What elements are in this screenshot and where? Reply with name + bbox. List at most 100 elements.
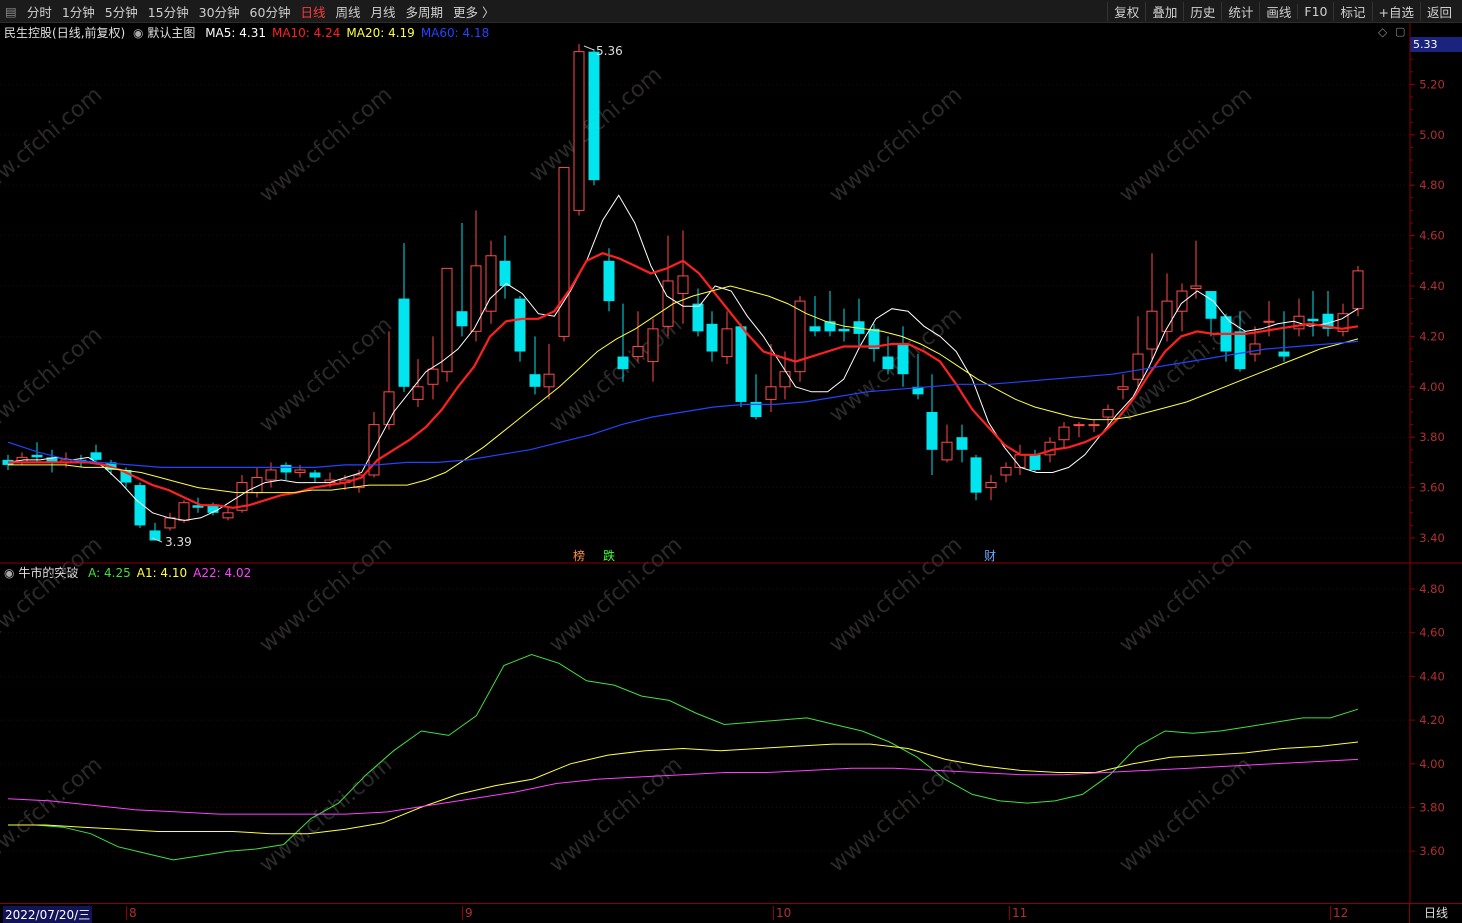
candlestick-layer (2, 44, 1364, 541)
month-tick-label: 10 (773, 906, 791, 920)
candle (1000, 462, 1012, 483)
candle (677, 230, 689, 324)
candle (558, 167, 570, 342)
watermark-text: www.cfchi.com (255, 752, 397, 877)
candle-body (735, 326, 747, 402)
candle (529, 336, 541, 395)
watermark-text: www.cfchi.com (0, 82, 107, 207)
candle (926, 374, 938, 475)
candle (441, 267, 453, 382)
candle (941, 424, 953, 463)
candle-body (90, 452, 102, 460)
candle (309, 469, 321, 483)
candle-body (1029, 454, 1041, 470)
watermark-text: www.cfchi.com (545, 532, 687, 657)
y-tick-label: 4.20 (1419, 713, 1445, 727)
candle-body (706, 323, 718, 352)
time-axis: 2022/07/20/三 8 9 10 11 12 日线 (0, 903, 1462, 923)
candle-body (427, 368, 439, 385)
candle-body (677, 275, 689, 295)
watermark-text: www.cfchi.com (0, 752, 107, 877)
candle-body (632, 345, 644, 358)
candle (1293, 298, 1305, 337)
candle-body (294, 469, 306, 473)
y-tick-label: 5.20 (1419, 77, 1445, 91)
candle-body (765, 386, 777, 400)
candle (706, 311, 718, 362)
candle-body (1352, 270, 1364, 310)
candle-body (897, 343, 909, 375)
candle (149, 522, 161, 541)
y-tick-label: 4.00 (1419, 380, 1445, 394)
candle (1073, 422, 1085, 438)
candle-body (1014, 454, 1026, 468)
candle (824, 291, 836, 337)
candle-body (499, 260, 511, 286)
stock-chart[interactable]: www.cfchi.com www.cfchi.com www.cfchi.com w… (0, 0, 1462, 922)
candle-body (164, 517, 176, 529)
candle-body (412, 386, 424, 400)
candle-body (926, 412, 938, 450)
candle (514, 296, 526, 362)
watermark-text: www.cfchi.com (255, 532, 397, 657)
watermark-text: www.cfchi.com (1115, 532, 1257, 657)
candle-body (558, 167, 570, 337)
candle-body (573, 51, 585, 211)
candle-body (456, 311, 468, 327)
candle-body (1263, 320, 1275, 323)
candle (1161, 273, 1173, 342)
candle (543, 343, 555, 400)
candle (251, 467, 263, 498)
y-tick-label: 4.60 (1419, 626, 1445, 640)
candle (499, 235, 511, 299)
period-indicator[interactable]: 日线 (1409, 904, 1462, 923)
y-tick-label: 5.00 (1419, 128, 1445, 142)
candle (1322, 291, 1334, 337)
watermark-text: www.cfchi.com (0, 532, 107, 657)
y-tick-label: 4.40 (1419, 279, 1445, 293)
watermark-text: www.cfchi.com (545, 752, 687, 877)
candle-body (1088, 424, 1100, 427)
candle-body (1205, 291, 1217, 319)
y-tick-label: 3.60 (1419, 844, 1445, 858)
candle (1088, 419, 1100, 433)
candle-body (134, 485, 146, 526)
candle-body (1146, 310, 1158, 350)
candle-body (1249, 343, 1261, 355)
candle-body (309, 472, 321, 478)
candle-body (588, 51, 600, 181)
candle-body (178, 502, 190, 521)
candle-body (882, 356, 894, 370)
event-marker: 榜 (573, 548, 585, 563)
candle (164, 512, 176, 531)
candle (1058, 422, 1070, 448)
candle-body (1073, 424, 1085, 427)
month-tick-label: 9 (462, 906, 473, 920)
watermark-text: www.cfchi.com (825, 82, 967, 207)
watermark-text: www.cfchi.com (0, 322, 107, 447)
candle-body (970, 457, 982, 493)
candle-body (617, 356, 629, 370)
candle (398, 243, 410, 392)
candle-body (647, 328, 659, 363)
event-marker: 财 (984, 549, 996, 563)
candle-body (838, 328, 850, 332)
y-tick-label: 4.00 (1419, 757, 1445, 771)
candle-body (222, 512, 234, 519)
candle (222, 507, 234, 521)
high-pointer (583, 45, 595, 51)
candle-body (1307, 318, 1319, 322)
month-tick-label: 11 (1009, 906, 1027, 920)
candle-body (398, 298, 410, 387)
candle-body (1161, 300, 1173, 332)
candle-body (603, 260, 615, 302)
candle-body (280, 464, 292, 473)
candle (412, 359, 424, 407)
candle (265, 462, 277, 488)
candle-body (662, 280, 674, 327)
watermark-text: www.cfchi.com (255, 312, 397, 437)
candle (1190, 240, 1202, 299)
candle (956, 424, 968, 463)
candle-body (1102, 408, 1114, 418)
candle-body (1058, 426, 1070, 441)
